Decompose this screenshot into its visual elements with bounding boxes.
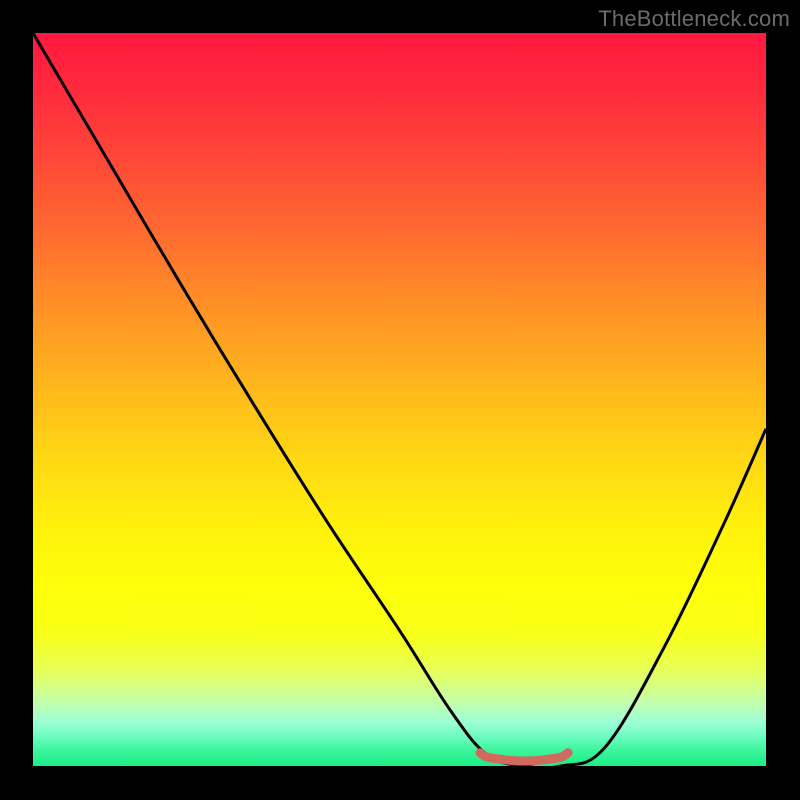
chart-plot-area [33, 33, 766, 766]
chart-svg [33, 33, 766, 766]
watermark-text: TheBottleneck.com [598, 6, 790, 32]
flat-band-path [480, 753, 568, 761]
bottleneck-curve-path [33, 33, 766, 766]
chart-frame: TheBottleneck.com [0, 0, 800, 800]
